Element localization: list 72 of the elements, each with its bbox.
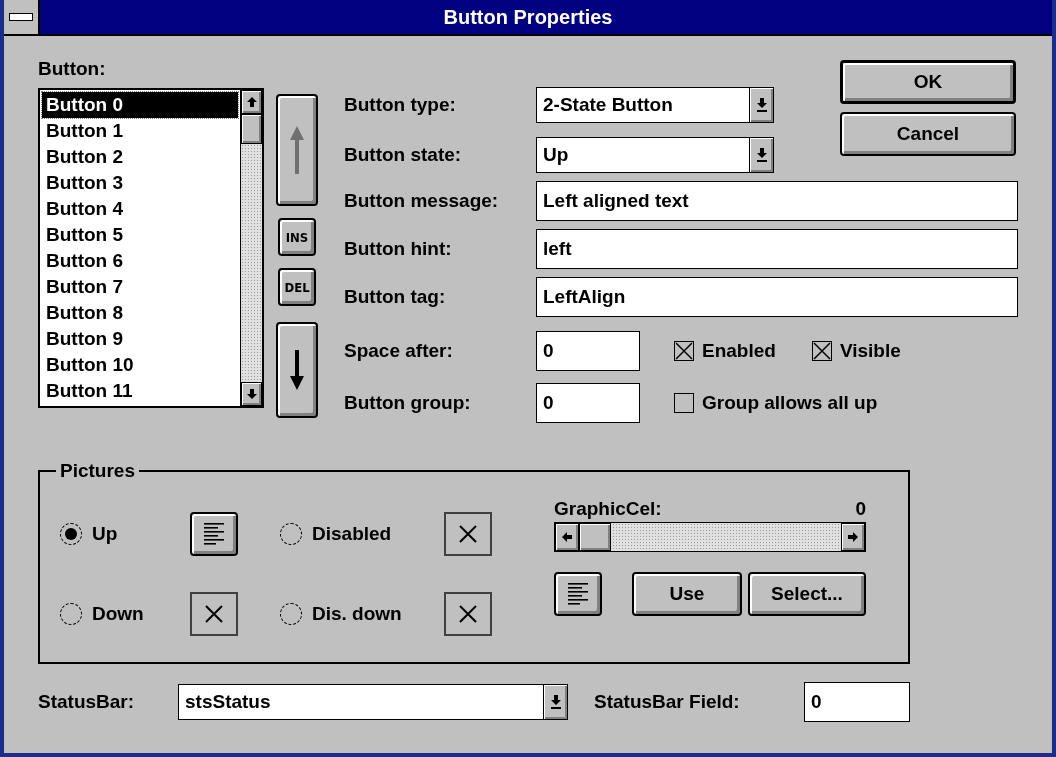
x-icon [459, 525, 477, 543]
text-field[interactable]: 0 [536, 331, 640, 371]
align-left-icon [566, 583, 590, 605]
scroll-down-button[interactable] [241, 382, 262, 406]
insert-button[interactable]: INS [278, 218, 316, 256]
down-arrow-icon [290, 350, 304, 390]
right-arrow-icon [848, 532, 858, 542]
field-label: Button state: [344, 144, 463, 166]
field-label: Button type: [344, 94, 457, 116]
ok-button[interactable]: OK [840, 60, 1016, 104]
text-field[interactable]: left [536, 229, 1018, 269]
field-label: Button group: [344, 392, 472, 414]
dropdown-field[interactable]: Up [536, 137, 774, 173]
system-menu-button[interactable] [4, 0, 40, 34]
radio-label: Dis. down [312, 603, 402, 625]
radio-label: Disabled [312, 523, 392, 545]
move-down-button[interactable] [276, 322, 318, 418]
field-label: Button hint: [344, 238, 453, 260]
dropdown-arrow-icon [755, 148, 768, 162]
checkbox-label: Group allows all up [702, 392, 878, 414]
scroll-right-button[interactable] [841, 523, 865, 551]
slider-label: GraphicCel: [554, 498, 662, 520]
align-left-icon [202, 523, 226, 545]
up-arrow-icon [246, 97, 257, 107]
checkbox[interactable] [674, 393, 694, 413]
slider-thumb[interactable] [579, 523, 611, 551]
graphic-cel-slider[interactable] [554, 522, 866, 552]
checkbox[interactable] [674, 341, 694, 361]
vertical-scrollbar[interactable] [240, 90, 262, 406]
group-title: Pictures [59, 460, 136, 482]
field-label: Space after: [344, 340, 454, 362]
up-arrow-icon [290, 126, 304, 174]
checkbox-label: Enabled [702, 340, 776, 362]
dropdown-value: 2-State Button [542, 94, 674, 116]
select-button[interactable]: Select... [748, 572, 866, 616]
move-up-button[interactable] [276, 94, 318, 206]
dropdown-arrow-icon [755, 98, 768, 112]
checkbox[interactable] [811, 341, 832, 361]
checkbox-label: Visible [839, 340, 901, 362]
down-arrow-icon [246, 389, 257, 399]
dropdown-value: stsStatus [184, 691, 272, 713]
dropdown-arrow-icon [549, 695, 562, 709]
slider-value: 0 [855, 498, 866, 520]
picture-button[interactable] [554, 572, 602, 616]
picture-button[interactable] [190, 512, 238, 556]
list-item[interactable]: Button 0 [42, 92, 238, 118]
text-field[interactable]: 0 [804, 682, 910, 722]
radio-label: Down [92, 603, 144, 625]
text-field[interactable]: 0 [536, 383, 640, 423]
text-field[interactable]: Left aligned text [536, 181, 1018, 221]
x-icon [459, 605, 477, 623]
window-title: Button Properties [442, 5, 614, 29]
button-listbox[interactable]: Button 0 Button 1 Button 2 Button 3 Button 4 Button 5 Button 6 Button 7 Button 8 Button 9 Button 10 Button 11 [38, 88, 264, 408]
system-menu-icon [9, 13, 33, 21]
field-label: StatusBar: [38, 691, 136, 713]
delete-button[interactable]: DEL [278, 268, 316, 306]
text-field[interactable]: LeftAlign [536, 277, 1018, 317]
cancel-button[interactable]: Cancel [840, 112, 1016, 156]
x-icon [205, 605, 223, 623]
list-label: Button: [38, 58, 107, 80]
field-label: StatusBar Field: [594, 691, 741, 713]
dropdown-field[interactable]: stsStatus [178, 684, 568, 720]
use-button[interactable]: Use [632, 572, 742, 616]
dropdown-value: Up [542, 144, 570, 166]
field-label: Button tag: [344, 286, 447, 308]
left-arrow-icon [562, 532, 572, 542]
field-label: Button message: [344, 190, 500, 212]
radio-label: Up [92, 523, 118, 545]
scroll-left-button[interactable] [555, 523, 579, 551]
scroll-up-button[interactable] [241, 90, 262, 114]
dropdown-field[interactable]: 2-State Button [536, 87, 774, 123]
scroll-thumb[interactable] [241, 114, 262, 144]
